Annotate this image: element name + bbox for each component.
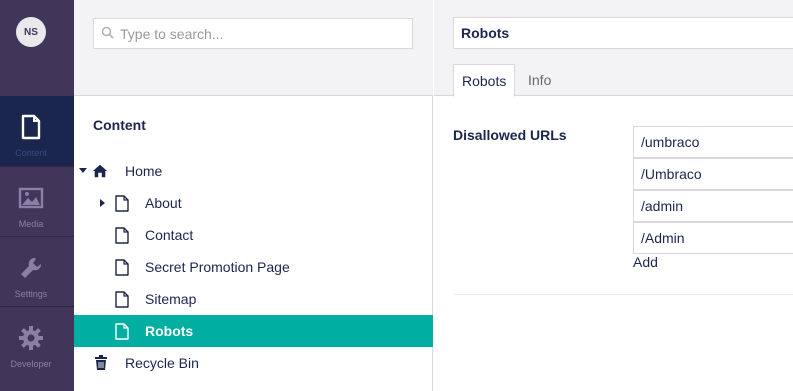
tree-node-label: About	[145, 195, 182, 211]
editor-header: Robots Info	[434, 0, 793, 97]
property-label: Disallowed URLs	[453, 127, 567, 143]
section-label: Content	[15, 148, 47, 158]
document-icon	[114, 194, 130, 212]
add-url-link[interactable]: Add	[633, 254, 658, 270]
document-icon	[114, 258, 130, 276]
disallowed-url-input[interactable]	[633, 126, 793, 158]
tab-robots[interactable]: Robots	[453, 64, 516, 97]
search-box[interactable]	[93, 18, 413, 49]
tree-node-sitemap[interactable]: Sitemap	[74, 283, 433, 315]
trash-icon	[93, 354, 109, 372]
wrench-icon	[18, 255, 44, 281]
tree-node-about[interactable]: About	[74, 187, 433, 219]
tree-node-label: Home	[125, 163, 163, 179]
caret-down-icon[interactable]	[78, 166, 88, 176]
document-icon	[114, 226, 130, 244]
home-icon	[92, 162, 108, 180]
node-name-input[interactable]	[453, 17, 793, 49]
tree-node-label: Robots	[145, 323, 194, 339]
tree-node-label: Sitemap	[145, 291, 197, 307]
avatar[interactable]: NS	[16, 17, 46, 47]
document-icon	[114, 290, 130, 308]
section-developer[interactable]: Developer	[0, 306, 74, 376]
tree-node-label: Recycle Bin	[125, 355, 199, 371]
tab-info[interactable]: Info	[520, 64, 559, 96]
image-icon	[18, 185, 44, 211]
document-icon	[18, 114, 44, 140]
section-media[interactable]: Media	[0, 166, 74, 236]
gear-icon	[18, 325, 44, 351]
sections-sidebar: NS Content Media Settings Developer	[0, 0, 74, 391]
tree-node-home[interactable]: Home	[74, 155, 433, 187]
document-icon	[114, 322, 130, 340]
content-tree-panel: Content Home About Contact Secret Promot…	[74, 0, 433, 391]
caret-right-icon[interactable]	[98, 198, 108, 208]
tree-header	[74, 0, 433, 96]
search-icon	[101, 26, 114, 42]
tree-node-robots[interactable]: Robots	[74, 315, 433, 347]
section-label: Developer	[10, 359, 52, 369]
content-editor: Robots Info Disallowed URLs Add	[434, 0, 793, 391]
tree-node-recycle-bin[interactable]: Recycle Bin	[74, 347, 433, 379]
tree-node-label: Secret Promotion Page	[145, 259, 290, 275]
disallowed-url-input[interactable]	[633, 190, 793, 222]
tree-node-label: Contact	[145, 227, 194, 243]
tree-node-secret-promotion-page[interactable]: Secret Promotion Page	[74, 251, 433, 283]
tree-title: Content	[93, 117, 146, 133]
property-divider	[453, 294, 793, 295]
search-input[interactable]	[120, 25, 400, 42]
section-content[interactable]: Content	[0, 96, 74, 166]
section-label: Media	[18, 219, 44, 229]
disallowed-url-input[interactable]	[633, 222, 793, 254]
disallowed-url-input[interactable]	[633, 158, 793, 190]
tree-node-contact[interactable]: Contact	[74, 219, 433, 251]
section-settings[interactable]: Settings	[0, 236, 74, 306]
section-label: Settings	[14, 289, 48, 299]
